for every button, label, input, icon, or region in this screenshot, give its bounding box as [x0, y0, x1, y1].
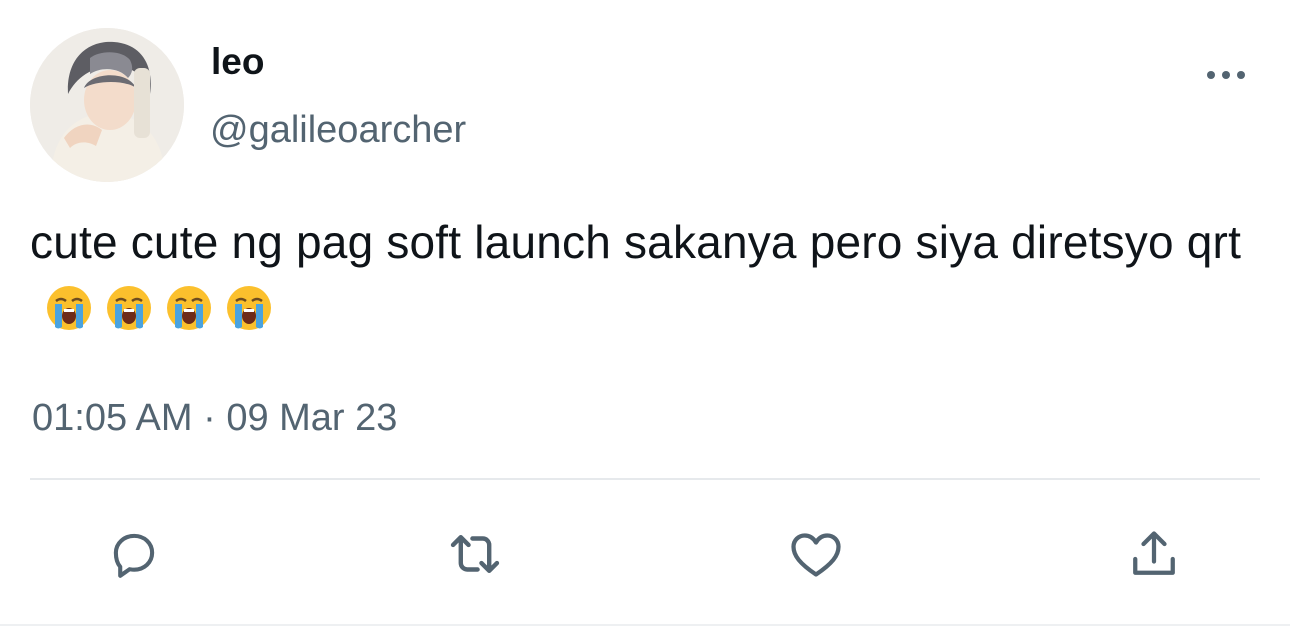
- ellipsis-icon: [1207, 71, 1245, 79]
- tweet-card: leo @galileoarcher cute cute ng pag soft…: [0, 0, 1290, 642]
- bottom-divider: [0, 624, 1290, 626]
- loudly-crying-face-icon: [107, 286, 151, 330]
- tweet-timestamp[interactable]: 01:05 AM · 09 Mar 23: [32, 394, 397, 442]
- retweet-icon: [450, 535, 500, 573]
- tweet-text: cute cute ng pag soft launch sakanya per…: [30, 216, 1242, 268]
- heart-icon: [791, 533, 841, 577]
- display-name[interactable]: leo: [211, 40, 264, 84]
- like-button[interactable]: [784, 522, 848, 586]
- avatar-photo: [30, 28, 184, 182]
- reply-icon: [113, 533, 155, 578]
- user-handle[interactable]: @galileoarcher: [210, 106, 466, 154]
- tweet-body: cute cute ng pag soft launch sakanya per…: [30, 208, 1260, 344]
- share-button[interactable]: [1122, 522, 1186, 586]
- loudly-crying-face-icon: [47, 286, 91, 330]
- divider: [30, 478, 1260, 480]
- retweet-button[interactable]: [443, 522, 507, 586]
- avatar[interactable]: [30, 28, 184, 182]
- loudly-crying-face-icon: [167, 286, 211, 330]
- reply-button[interactable]: [102, 522, 166, 586]
- emoji-group: [44, 283, 274, 333]
- share-icon: [1133, 531, 1175, 575]
- more-options-button[interactable]: [1196, 58, 1256, 92]
- loudly-crying-face-icon: [227, 286, 271, 330]
